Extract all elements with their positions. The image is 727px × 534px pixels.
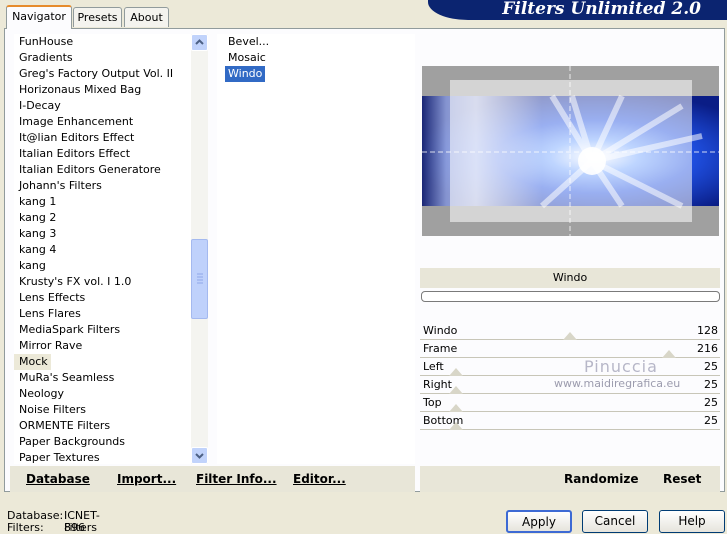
preview-canvas <box>422 66 719 236</box>
param-label: Frame <box>423 342 458 355</box>
category-item[interactable]: kang 4 <box>14 242 56 258</box>
category-scrollbar[interactable] <box>191 34 208 464</box>
watermark-url: www.maidiregrafica.eu <box>554 377 681 390</box>
category-item[interactable]: Lens Flares <box>14 306 81 322</box>
chevron-down-icon <box>195 453 204 459</box>
tab-about-label: About <box>130 11 163 24</box>
param-row-bottom[interactable]: Bottom 25 <box>420 412 720 430</box>
param-slider-thumb[interactable] <box>662 350 677 358</box>
tab-navigator[interactable]: Navigator <box>6 5 72 29</box>
filter-list[interactable]: Bevel... Mosaic Windo <box>217 34 415 464</box>
category-item[interactable]: Krusty's FX vol. I 1.0 <box>14 274 131 290</box>
chevron-up-icon <box>195 39 204 45</box>
preview-image[interactable] <box>422 66 719 236</box>
param-slider-thumb[interactable] <box>448 386 463 394</box>
apply-button[interactable]: Apply <box>506 510 572 533</box>
param-slider-thumb[interactable] <box>448 404 463 412</box>
filter-name-bar: Windo <box>420 268 720 288</box>
tab-presets-label: Presets <box>77 11 118 24</box>
import-button[interactable]: Import... <box>117 471 176 487</box>
app-title-banner: Filters Unlimited 2.0 <box>428 0 727 20</box>
help-button[interactable]: Help <box>659 510 725 533</box>
category-item[interactable]: Horizonaus Mixed Bag <box>14 82 141 98</box>
param-value: 25 <box>704 414 718 427</box>
category-item[interactable]: Image Enhancement <box>14 114 133 130</box>
category-item[interactable]: Lens Effects <box>14 290 85 306</box>
category-list[interactable]: FunHouse Gradients Greg's Factory Output V… <box>14 34 191 464</box>
progress-bar <box>421 291 720 302</box>
filters-count: 896 <box>64 521 85 534</box>
category-item[interactable]: Paper Backgrounds <box>14 434 125 450</box>
filter-item[interactable]: Bevel... <box>225 34 272 50</box>
param-value: 25 <box>704 396 718 409</box>
param-value: 25 <box>704 360 718 373</box>
param-row-left[interactable]: Left 25 <box>420 358 720 376</box>
filters-label: Filters: <box>7 521 44 534</box>
param-label: Top <box>423 396 442 409</box>
category-item[interactable]: It@lian Editors Effect <box>14 130 134 146</box>
param-row-windo[interactable]: Windo 128 <box>420 322 720 340</box>
randomize-button[interactable]: Randomize <box>564 471 638 487</box>
filter-item[interactable]: Windo <box>225 66 266 82</box>
param-value: 216 <box>697 342 718 355</box>
category-item[interactable]: kang 3 <box>14 226 56 242</box>
param-value: 25 <box>704 378 718 391</box>
param-row-top[interactable]: Top 25 <box>420 394 720 412</box>
editor-button[interactable]: Editor... <box>293 471 346 487</box>
category-item[interactable]: Italian Editors Generatore <box>14 162 161 178</box>
category-item[interactable]: Mock <box>14 354 51 370</box>
scroll-thumb[interactable] <box>191 239 208 319</box>
category-item[interactable]: kang 2 <box>14 210 56 226</box>
category-item[interactable]: Mirror Rave <box>14 338 82 354</box>
scroll-down-button[interactable] <box>191 447 208 464</box>
category-item[interactable]: Greg's Factory Output Vol. II <box>14 66 173 82</box>
category-item[interactable]: FunHouse <box>14 34 73 50</box>
param-slider-track[interactable] <box>420 429 720 430</box>
param-slider-thumb[interactable] <box>448 368 463 376</box>
param-value: 128 <box>697 324 718 337</box>
category-item[interactable]: Johann's Filters <box>14 178 102 194</box>
param-label: Windo <box>423 324 458 337</box>
category-item[interactable]: Paper Textures <box>14 450 100 464</box>
status-area: Database: ICNET-Filters Filters: 896 <box>7 510 100 534</box>
category-item[interactable]: I-Decay <box>14 98 61 114</box>
category-item[interactable]: Noise Filters <box>14 402 86 418</box>
category-item[interactable]: MuRa's Seamless <box>14 370 114 386</box>
watermark-title: Pinuccia <box>584 357 658 376</box>
param-slider-thumb[interactable] <box>448 422 463 430</box>
grip-icon <box>197 273 203 284</box>
filter-item[interactable]: Mosaic <box>225 50 269 66</box>
app-title: Filters Unlimited 2.0 <box>502 0 701 19</box>
database-button[interactable]: Database <box>26 471 90 487</box>
category-item[interactable]: MediaSpark Filters <box>14 322 120 338</box>
category-item[interactable]: Italian Editors Effect <box>14 146 130 162</box>
filter-info-button[interactable]: Filter Info... <box>196 471 277 487</box>
category-item[interactable]: ORMENTE Filters <box>14 418 110 434</box>
reset-button[interactable]: Reset <box>663 471 701 487</box>
scroll-up-button[interactable] <box>191 34 208 51</box>
category-item[interactable]: kang 1 <box>14 194 56 210</box>
category-item[interactable]: Gradients <box>14 50 73 66</box>
cancel-button[interactable]: Cancel <box>582 510 648 533</box>
param-slider-thumb[interactable] <box>562 332 577 340</box>
param-label: Left <box>423 360 444 373</box>
tab-about[interactable]: About <box>124 7 169 27</box>
category-item[interactable]: kang <box>14 258 46 274</box>
tab-navigator-label: Navigator <box>12 10 66 23</box>
param-row-frame[interactable]: Frame 216 <box>420 340 720 358</box>
filter-name: Windo <box>552 271 588 284</box>
category-item[interactable]: Neology <box>14 386 64 402</box>
tab-presets[interactable]: Presets <box>73 7 122 27</box>
